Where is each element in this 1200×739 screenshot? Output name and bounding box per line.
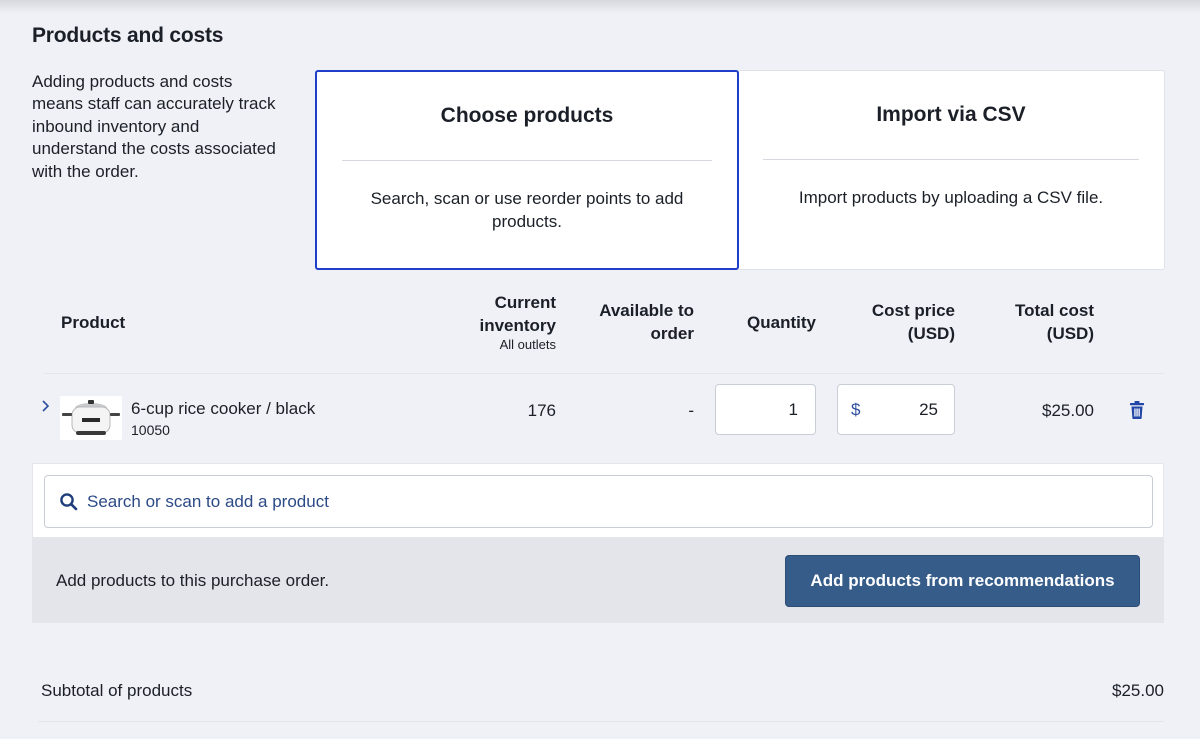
option-title: Import via CSV — [876, 103, 1026, 126]
product-thumbnail — [60, 396, 122, 440]
column-header-quantity: Quantity — [747, 313, 816, 332]
trash-icon[interactable] — [1128, 400, 1148, 422]
table-divider — [44, 373, 1164, 374]
option-description: Import products by uploading a CSV file. — [798, 188, 1104, 207]
cost-price-input[interactable] — [868, 393, 938, 427]
option-divider — [763, 159, 1139, 160]
chevron-right-icon[interactable] — [40, 398, 56, 418]
column-header-total-cost: Total cost (USD) — [1014, 301, 1094, 343]
total-cost-value: $25.00 — [1042, 401, 1094, 420]
available-to-order-value: - — [688, 401, 694, 420]
column-header-cost-price: Cost price (USD) — [871, 301, 955, 343]
subtotal-label: Subtotal of products — [41, 681, 193, 700]
subtotal-value: $25.00 — [1112, 681, 1164, 700]
section-title: Products and costs — [32, 24, 224, 47]
import-csv-option[interactable]: Import via CSV Import products by upload… — [737, 70, 1165, 270]
column-header-product: Product — [61, 313, 126, 332]
top-shadow — [0, 0, 1200, 14]
column-header-current-inventory: Current inventory All outlets — [440, 291, 556, 353]
column-header-label: Current inventory — [479, 293, 556, 335]
summary-divider — [38, 721, 1164, 722]
footer-hint: Add products to this purchase order. — [56, 571, 330, 590]
choose-products-option[interactable]: Choose products Search, scan or use reor… — [315, 70, 739, 270]
add-products-from-recommendations-button[interactable]: Add products from recommendations — [785, 555, 1140, 607]
option-title: Choose products — [440, 104, 614, 127]
recommendations-panel: Add products to this purchase order. Add… — [32, 538, 1164, 623]
product-name[interactable]: 6-cup rice cooker / black — [131, 399, 315, 419]
search-icon — [59, 492, 79, 512]
search-panel — [32, 463, 1164, 538]
search-box[interactable] — [44, 475, 1153, 528]
quantity-input[interactable] — [715, 384, 816, 435]
search-input[interactable] — [87, 485, 1127, 519]
option-description: Search, scan or use reorder points to ad… — [370, 189, 684, 231]
cost-price-field[interactable]: $ — [837, 384, 955, 435]
column-header-subtext: All outlets — [499, 337, 556, 352]
current-inventory-value: 176 — [527, 401, 556, 420]
product-sku: 10050 — [131, 422, 170, 438]
column-header-available: Available to order — [599, 301, 694, 343]
section-description: Adding products and costs means staff ca… — [32, 72, 276, 181]
option-divider — [342, 160, 712, 161]
currency-symbol: $ — [851, 400, 861, 419]
